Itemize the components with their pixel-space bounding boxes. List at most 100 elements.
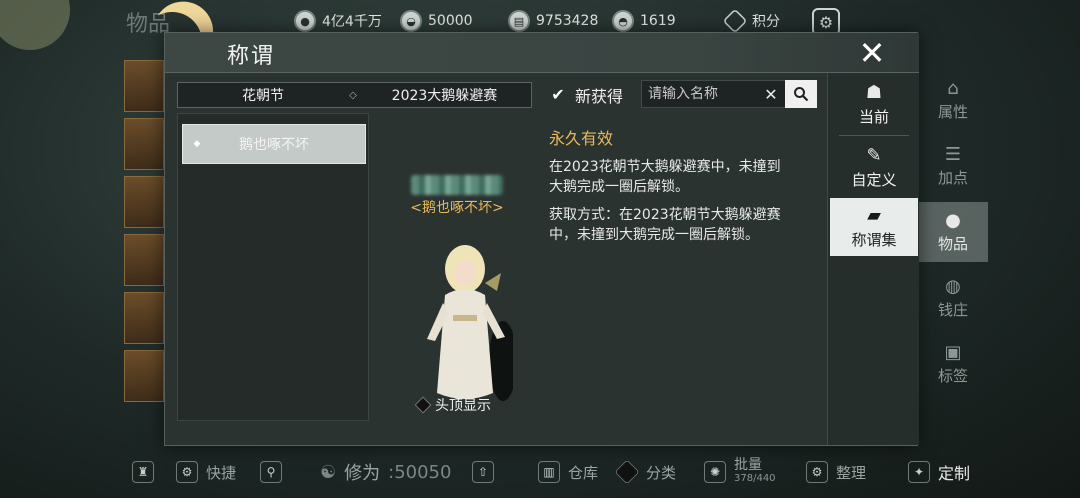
menu-item-label: 物品 xyxy=(937,235,968,253)
duration-label: 永久有效 xyxy=(549,129,614,148)
inventory-slot[interactable] xyxy=(124,234,164,286)
menu-item-tags[interactable]: ▣ 标签 xyxy=(918,334,988,394)
menu-item-label: 钱庄 xyxy=(937,301,968,319)
warehouse-icon: ▥ xyxy=(538,461,560,483)
character-preview: <鹅也啄不坏> 头顶显示 xyxy=(373,113,535,421)
gear-icon: ⚙ xyxy=(176,461,198,483)
arrow-up-icon: ⇧ xyxy=(472,461,494,483)
batch-info: 批量 378/440 xyxy=(734,458,776,486)
main-side-menu: ⌂ 属性 ☰ 加点 ● 物品 ◍ 钱庄 ▣ 标签 xyxy=(918,70,988,460)
brush-icon: ✎ xyxy=(866,145,882,166)
acquire-method-text: 获取方式：在2023花朝节大鹅躲避赛中，未撞到大鹅完成一圈后解锁。 xyxy=(549,207,781,243)
tab-label: 自定义 xyxy=(851,170,897,189)
silver-ingot-icon: ◒ xyxy=(400,10,422,32)
event-filter-dropdown[interactable]: 花朝节 ◇ 2023大鹅躲避赛 xyxy=(177,82,532,108)
preview-title-label: <鹅也啄不坏> xyxy=(410,200,504,216)
moneybag-icon: ◍ xyxy=(945,276,961,297)
upgrade-button[interactable]: ⇧ xyxy=(472,456,494,488)
selected-marker-icon: ◆ xyxy=(193,139,201,149)
search-input[interactable] xyxy=(642,81,758,107)
inventory-slot[interactable] xyxy=(124,350,164,402)
swirl-icon: ✺ xyxy=(704,461,726,483)
clear-icon[interactable]: ✕ xyxy=(758,85,784,104)
coin-stack-icon: ● xyxy=(294,10,316,32)
new-obtained-checkbox[interactable]: ✔ 新获得 xyxy=(549,82,623,108)
menu-item-bank[interactable]: ◍ 钱庄 xyxy=(918,268,988,328)
show-overhead-toggle[interactable]: 头顶显示 xyxy=(414,395,491,415)
inventory-slot[interactable] xyxy=(124,60,164,112)
currency-jade-value: 9753428 xyxy=(536,13,599,29)
search-icon xyxy=(794,87,809,102)
batch-button[interactable]: ✺ 批量 378/440 xyxy=(704,456,776,488)
title-detail: 永久有效 在2023花朝节大鹅躲避赛中，未撞到大鹅完成一圈后解锁。 获取方式：在… xyxy=(549,125,789,253)
batch-count: 378/440 xyxy=(734,473,776,484)
tab-label: 当前 xyxy=(858,107,889,126)
tab-label: 称谓集 xyxy=(851,230,897,249)
menu-item-points[interactable]: ☰ 加点 xyxy=(918,136,988,196)
inventory-strip xyxy=(124,60,168,455)
tab-current[interactable]: ☗ 当前 xyxy=(830,75,918,133)
title-dialog: 称谓 ✕ 花朝节 ◇ 2023大鹅躲避赛 ✔ 新获得 ✕ ◆ 鹅也啄不坏 <鹅也… xyxy=(164,32,919,446)
gear-icon: ⚙ xyxy=(806,461,828,483)
close-icon[interactable]: ✕ xyxy=(853,34,891,72)
jade-note-icon: ▤ xyxy=(508,10,530,32)
hat-icon: ⌂ xyxy=(947,78,959,99)
filter-event: 2023大鹅躲避赛 xyxy=(391,88,498,104)
warehouse-label: 仓库 xyxy=(568,463,599,482)
gold-ingot-icon: ◓ xyxy=(612,10,634,32)
shortcut-button[interactable]: ⚙ 快捷 xyxy=(176,456,236,488)
search-button[interactable] xyxy=(785,80,817,108)
inventory-slot[interactable] xyxy=(124,176,164,228)
title-list: ◆ 鹅也啄不坏 xyxy=(177,113,369,421)
menu-item-items[interactable]: ● 物品 xyxy=(918,202,988,262)
currency-gold-value: 1619 xyxy=(640,13,676,29)
score-icon xyxy=(722,8,748,34)
outfit-icon: ♜ xyxy=(132,461,154,483)
show-overhead-label: 头顶显示 xyxy=(435,398,491,414)
menu-item-attributes[interactable]: ⌂ 属性 xyxy=(918,70,988,130)
arrange-label: 整理 xyxy=(836,463,867,482)
description-text: 在2023花朝节大鹅躲避赛中，未撞到大鹅完成一圈后解锁。 xyxy=(549,159,781,195)
checkmark-icon: ✔ xyxy=(551,85,565,104)
shortcut-label: 快捷 xyxy=(206,463,237,482)
currency-coins-value: 4亿4千万 xyxy=(322,14,382,30)
diamond-checkbox-icon xyxy=(414,396,432,414)
bag-icon: ● xyxy=(945,210,961,231)
divider xyxy=(838,135,909,136)
custom-label: 定制 xyxy=(938,464,971,483)
diamond-icon xyxy=(614,459,640,485)
score-label: 积分 xyxy=(752,14,780,30)
diamond-separator-icon: ◇ xyxy=(349,89,357,101)
tab-title-collection[interactable]: ▰ 称谓集 xyxy=(830,198,918,256)
character-icon: ☗ xyxy=(865,82,883,103)
menu-item-label: 属性 xyxy=(937,103,968,121)
new-obtained-label: 新获得 xyxy=(575,87,624,106)
sparkle-icon: ✦ xyxy=(908,461,930,483)
tab-custom[interactable]: ✎ 自定义 xyxy=(830,138,918,196)
inspect-button[interactable]: ⚲ xyxy=(260,456,282,488)
warehouse-button[interactable]: ▥ 仓库 xyxy=(538,456,598,488)
currency-silver-value: 50000 xyxy=(428,13,473,29)
tag-icon: ▣ xyxy=(944,342,962,363)
dialog-header: 称谓 ✕ xyxy=(165,33,919,73)
inventory-slot[interactable] xyxy=(124,118,164,170)
filter-category: 花朝节 xyxy=(242,88,284,104)
list-item-label: 鹅也啄不坏 xyxy=(239,137,309,153)
list-item[interactable]: ◆ 鹅也啄不坏 xyxy=(182,124,366,164)
cultivation-icon: ☯ xyxy=(320,461,337,483)
batch-label: 批量 xyxy=(734,457,762,473)
arrange-button[interactable]: ⚙ 整理 xyxy=(806,456,866,488)
cultivation-label: 修为 xyxy=(344,463,381,484)
sliders-icon: ☰ xyxy=(944,144,962,165)
outfit-button[interactable]: ♜ xyxy=(132,456,154,488)
inventory-slot[interactable] xyxy=(124,292,164,344)
bottom-toolbar: ♜ ⚙ 快捷 ⚲ ☯ 修为 :50050 ⇧ ▥ 仓库 分类 ✺ 批量 378/… xyxy=(124,456,1080,488)
magnifier-icon: ⚲ xyxy=(260,461,282,483)
menu-item-label: 加点 xyxy=(937,169,968,187)
custom-button[interactable]: ✦ 定制 xyxy=(908,456,970,488)
classify-button[interactable]: 分类 xyxy=(614,456,676,488)
dialog-title: 称谓 xyxy=(227,44,276,69)
scroll-icon: ▰ xyxy=(867,205,881,226)
cultivation-display: ☯ 修为 :50050 xyxy=(320,456,451,488)
menu-item-label: 标签 xyxy=(937,367,968,385)
